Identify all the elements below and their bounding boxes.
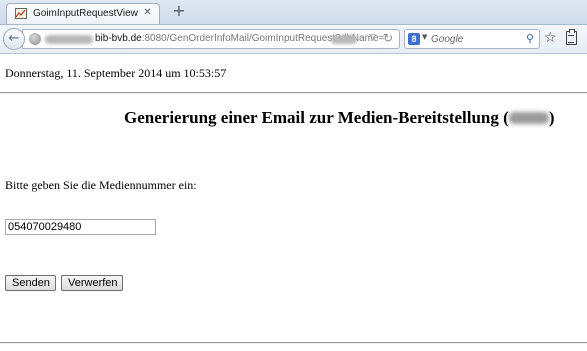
url-host: bib-bvb.de (95, 33, 142, 44)
title-prefix: Generierung einer Email zur Medien-Berei… (124, 108, 509, 127)
search-icon[interactable]: ⚲ (526, 32, 534, 45)
tab-strip: GoimInputRequestView ✕ + (0, 0, 587, 24)
search-bar[interactable]: 8 ▼ ⚲ (404, 29, 540, 49)
tab-title: GoimInputRequestView (33, 8, 138, 19)
page-datetime: Donnerstag, 11. September 2014 um 10:53:… (5, 66, 227, 80)
search-engine-icon[interactable]: 8 (408, 33, 420, 45)
close-tab-icon[interactable]: ✕ (142, 7, 153, 18)
browser-tab[interactable]: GoimInputRequestView ✕ (6, 3, 160, 24)
bookmarks-clipboard-icon[interactable] (566, 29, 577, 45)
favicon-icon (15, 8, 27, 19)
site-identity-icon[interactable] (29, 33, 41, 45)
url-redaction (45, 35, 93, 44)
page-content: Donnerstag, 11. September 2014 um 10:53:… (0, 54, 587, 351)
media-number-input[interactable] (5, 219, 156, 235)
title-suffix: ) (548, 108, 555, 127)
discard-button[interactable]: Verwerfen (61, 275, 123, 291)
new-tab-button[interactable]: + (170, 2, 188, 20)
title-redaction (508, 112, 549, 124)
reload-icon[interactable]: ↻ (383, 31, 393, 45)
media-number-label: Bitte geben Sie die Mediennummer ein: (5, 178, 197, 192)
address-bar[interactable]: bib-bvb.de:8080/GenOrderInfoMail/GoimInp… (22, 29, 400, 49)
send-button[interactable]: Senden (5, 275, 56, 291)
search-input[interactable] (431, 32, 517, 46)
navigation-bar: bib-bvb.de:8080/GenOrderInfoMail/GoimInp… (0, 24, 587, 54)
history-dropdown-icon[interactable]: ▽ (369, 33, 376, 43)
bottom-divider (0, 342, 587, 344)
bookmark-star-icon[interactable]: ☆ (544, 30, 557, 46)
top-divider (0, 92, 587, 94)
page-title: Generierung einer Email zur Medien-Berei… (124, 108, 554, 128)
back-arrow-icon[interactable]: ← (3, 28, 25, 50)
url-redaction-2 (331, 35, 357, 44)
chevron-down-icon[interactable]: ▼ (422, 33, 427, 41)
